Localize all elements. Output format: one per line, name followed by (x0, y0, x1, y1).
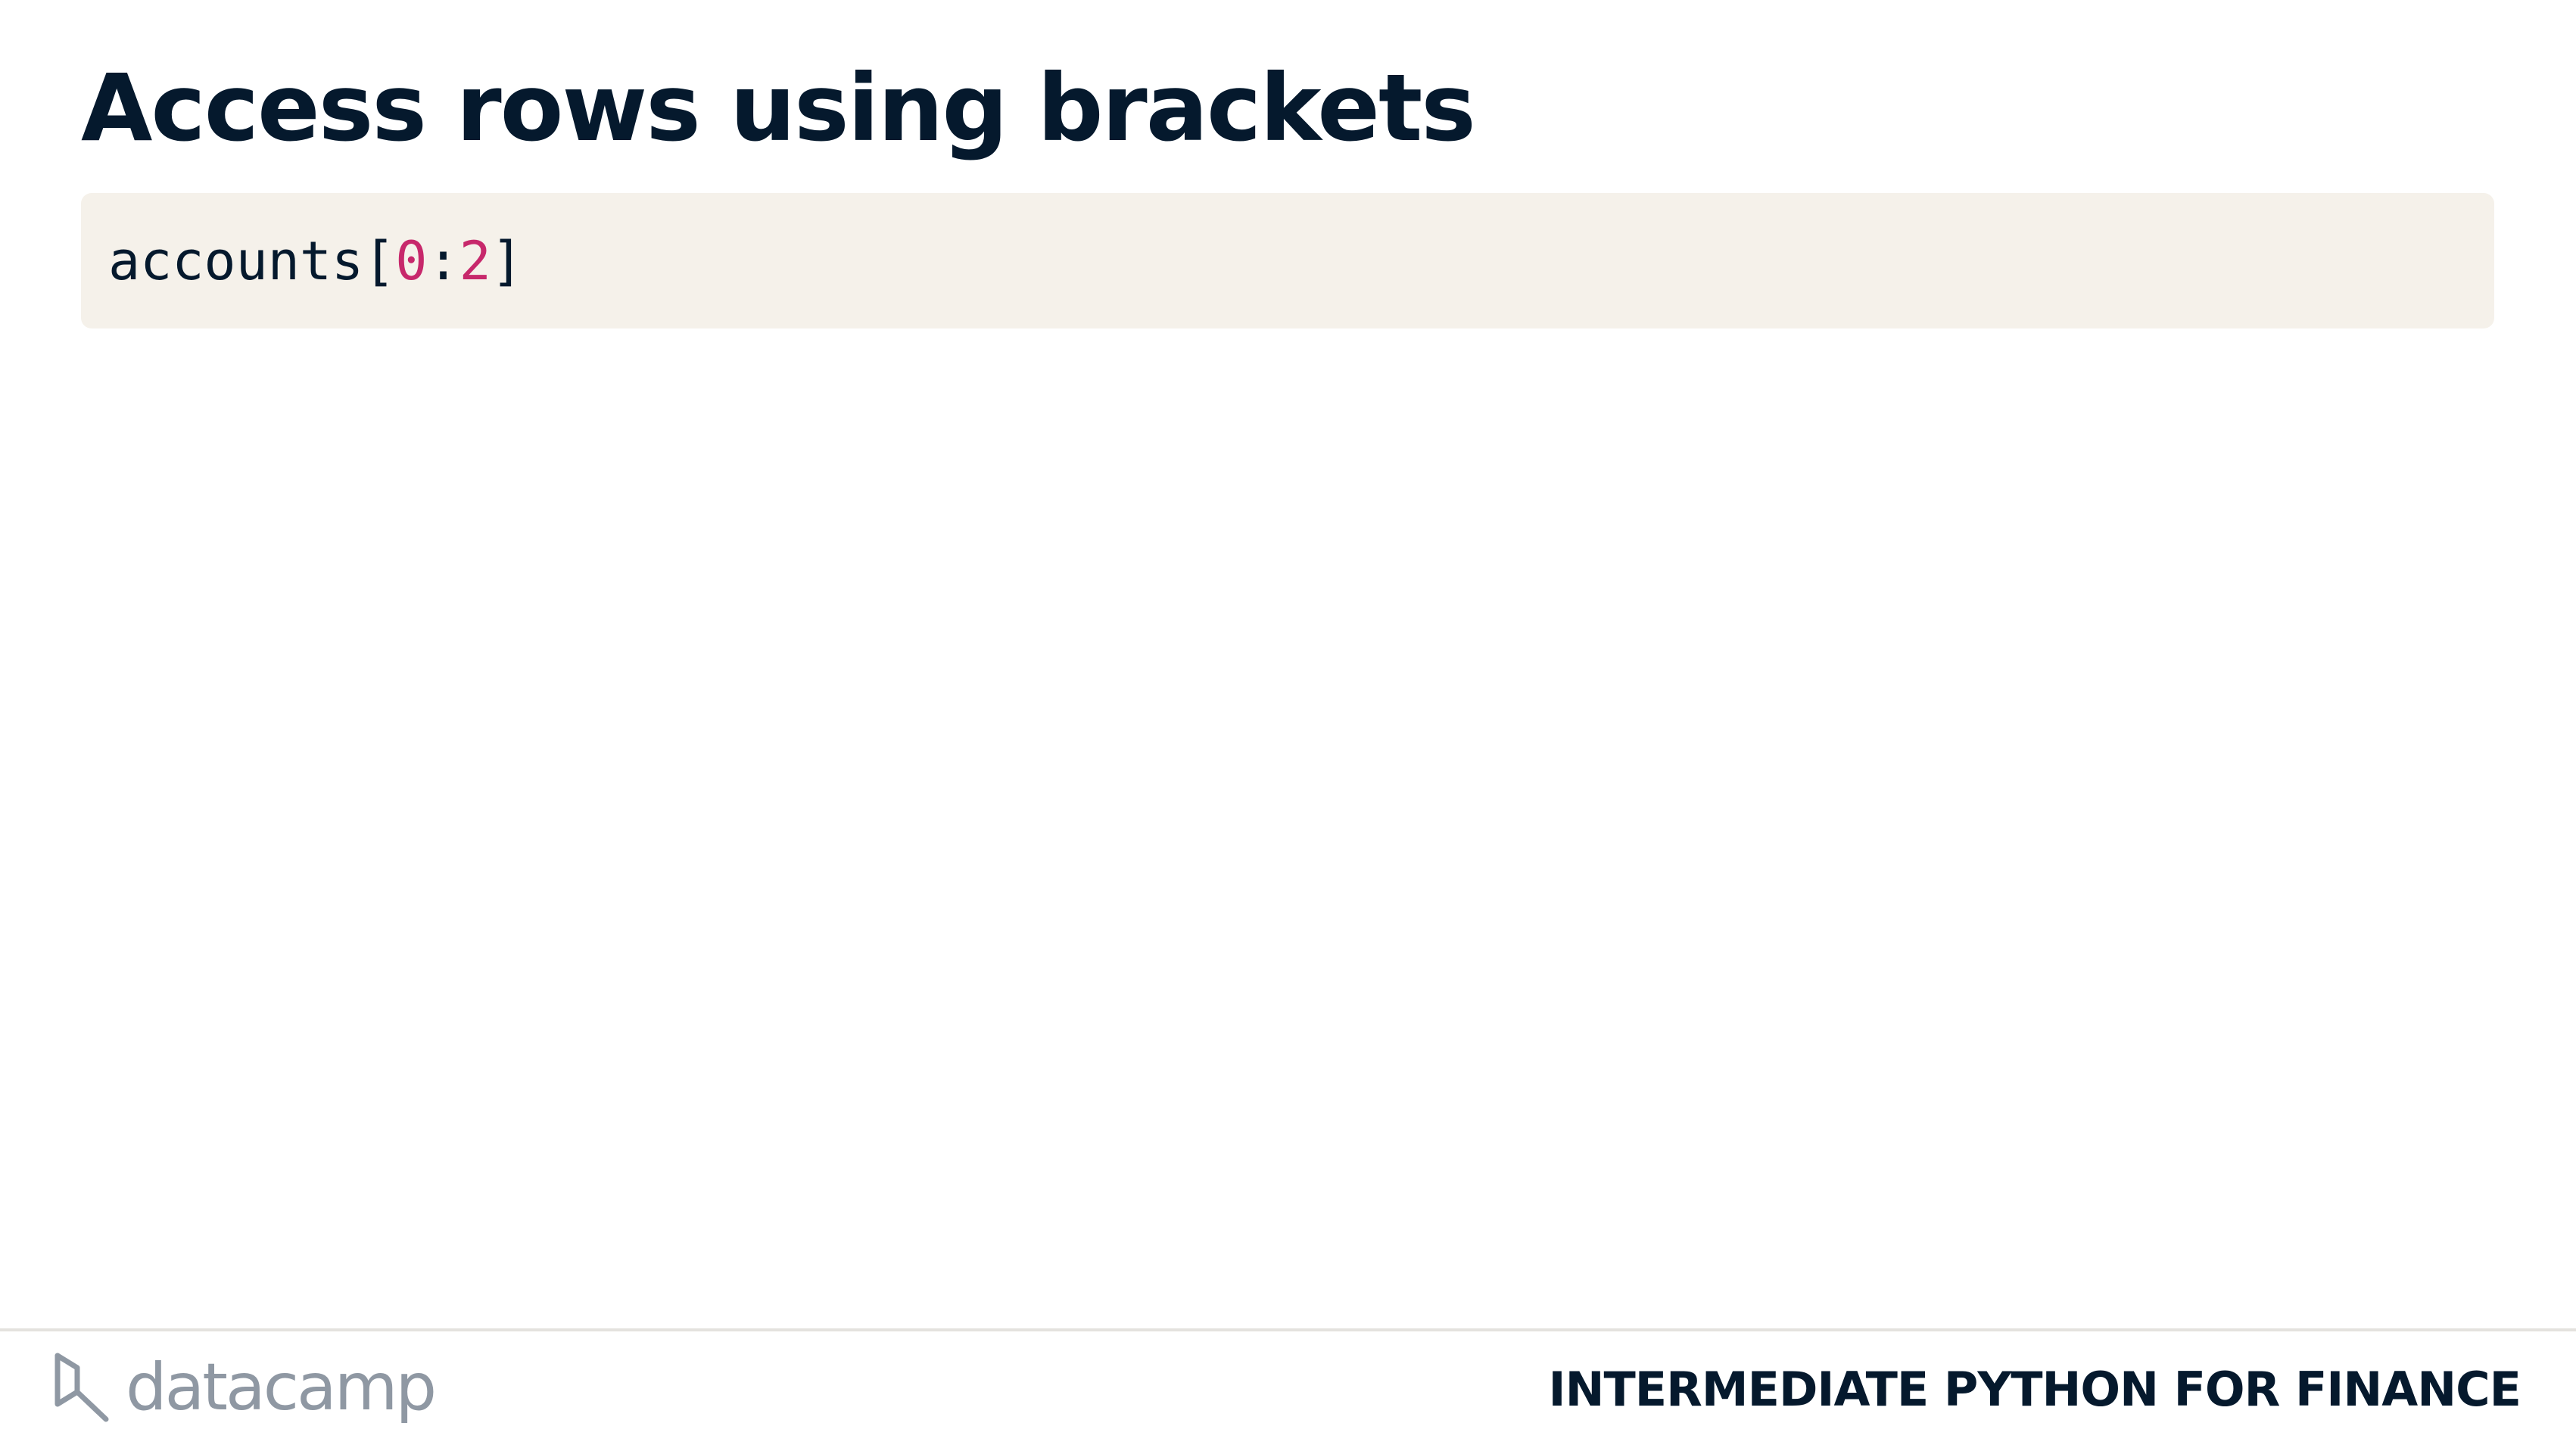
footer-divider (0, 1328, 2576, 1331)
code-slice-start: 0 (395, 229, 428, 292)
code-slice-stop: 2 (459, 229, 491, 292)
logo-wordmark: datacamp (126, 1350, 437, 1425)
code-prefix: accounts[ (108, 229, 396, 292)
code-line: accounts[0:2] (108, 235, 523, 288)
course-title: INTERMEDIATE PYTHON FOR FINANCE (1548, 1362, 2521, 1417)
code-block: accounts[0:2] (81, 193, 2494, 328)
code-slice-separator: : (427, 229, 459, 292)
datacamp-logo: datacamp (51, 1350, 437, 1425)
slide: Access rows using brackets accounts[0:2]… (0, 0, 2576, 1451)
code-suffix: ] (491, 229, 523, 292)
datacamp-logo-icon (55, 1353, 109, 1422)
slide-title: Access rows using brackets (81, 54, 1476, 162)
